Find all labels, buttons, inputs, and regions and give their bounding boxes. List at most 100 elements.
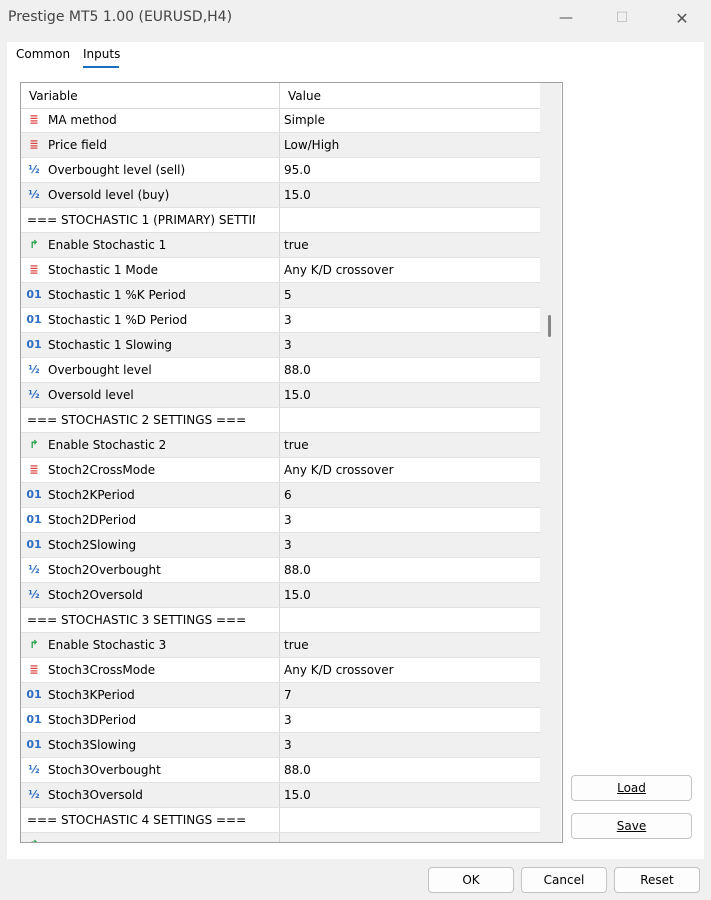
- parameter-value[interactable]: 88.0: [284, 363, 311, 377]
- cell-divider: [279, 533, 280, 557]
- tab-common[interactable]: Common: [16, 47, 70, 61]
- inputs-grid[interactable]: Variable Value ≣ MA method Simple ≣ Price fi…: [20, 82, 563, 843]
- parameter-row[interactable]: ≣ MA method Simple: [21, 108, 540, 133]
- parameter-row[interactable]: 01 Stochastic 1 %D Period 3: [21, 308, 540, 333]
- parameter-value[interactable]: Any K/D crossover: [284, 663, 394, 677]
- parameter-row[interactable]: 01 Stoch2KPeriod 6: [21, 483, 540, 508]
- parameter-row[interactable]: 01 Stoch2DPeriod 3: [21, 508, 540, 533]
- bool-arrow-icon: ↱: [26, 838, 42, 842]
- parameter-value[interactable]: 15.0: [284, 188, 311, 202]
- parameter-row[interactable]: 01 Stoch3Slowing 3: [21, 733, 540, 758]
- cell-divider: [279, 558, 280, 582]
- cell-divider: [279, 333, 280, 357]
- parameter-row[interactable]: ½ Overbought level 88.0: [21, 358, 540, 383]
- parameter-value[interactable]: 6: [284, 488, 292, 502]
- parameter-value[interactable]: 3: [284, 713, 292, 727]
- column-header-variable[interactable]: Variable: [29, 89, 78, 103]
- save-button-label: Save: [616, 819, 647, 833]
- cell-divider: [279, 133, 280, 157]
- load-button[interactable]: Load: [571, 775, 692, 801]
- cell-divider: [279, 158, 280, 182]
- cell-divider: [279, 758, 280, 782]
- parameter-row[interactable]: 01 Stochastic 1 Slowing 3: [21, 333, 540, 358]
- cell-divider: [279, 583, 280, 607]
- fraction-icon: ½: [28, 163, 40, 176]
- scrollbar-thumb[interactable]: [548, 315, 551, 337]
- parameter-value[interactable]: 88.0: [284, 763, 311, 777]
- reset-button[interactable]: Reset: [614, 867, 700, 893]
- parameter-row[interactable]: ↱ Enable Stochastic 1 true: [21, 233, 540, 258]
- parameter-name: Stochastic 1 Slowing: [48, 338, 173, 352]
- parameter-name: Stochastic 1 %K Period: [48, 288, 186, 302]
- parameter-value[interactable]: 15.0: [284, 588, 311, 602]
- parameter-name: === STOCHASTIC 4 SETTINGS ===: [27, 813, 247, 827]
- section-row[interactable]: === STOCHASTIC 1 (PRIMARY) SETTIN...: [21, 208, 540, 233]
- parameter-row[interactable]: 01 Stoch3KPeriod 7: [21, 683, 540, 708]
- parameter-value[interactable]: 5: [284, 288, 292, 302]
- fraction-icon: ½: [28, 388, 40, 401]
- parameter-row[interactable]: ½ Stoch3Overbought 88.0: [21, 758, 540, 783]
- parameter-row[interactable]: ½ Oversold level 15.0: [21, 383, 540, 408]
- section-row[interactable]: === STOCHASTIC 4 SETTINGS ===: [21, 808, 540, 833]
- parameter-row[interactable]: ½ Stoch2Overbought 88.0: [21, 558, 540, 583]
- parameter-value[interactable]: 3: [284, 738, 292, 752]
- parameter-row[interactable]: ↱: [21, 833, 540, 842]
- cell-divider: [279, 358, 280, 382]
- parameter-row[interactable]: ½ Stoch3Oversold 15.0: [21, 783, 540, 808]
- parameter-value[interactable]: Any K/D crossover: [284, 463, 394, 477]
- parameter-row[interactable]: ½ Stoch2Oversold 15.0: [21, 583, 540, 608]
- cell-divider: [279, 433, 280, 457]
- parameter-row[interactable]: ½ Overbought level (sell) 95.0: [21, 158, 540, 183]
- cell-divider: [279, 833, 280, 842]
- parameter-name: Stoch2KPeriod: [48, 488, 135, 502]
- parameter-row[interactable]: ≣ Stoch3CrossMode Any K/D crossover: [21, 658, 540, 683]
- parameter-value[interactable]: 95.0: [284, 163, 311, 177]
- ok-button[interactable]: OK: [428, 867, 514, 893]
- parameter-name: Enable Stochastic 1: [48, 238, 167, 252]
- minimize-icon: —: [559, 10, 573, 26]
- section-row[interactable]: === STOCHASTIC 2 SETTINGS ===: [21, 408, 540, 433]
- parameter-row[interactable]: 01 Stoch3DPeriod 3: [21, 708, 540, 733]
- maximize-button[interactable]: ☐: [599, 0, 645, 36]
- enum-icon: ≣: [29, 138, 39, 151]
- parameter-value[interactable]: 15.0: [284, 388, 311, 402]
- parameter-row[interactable]: ↱ Enable Stochastic 3 true: [21, 633, 540, 658]
- parameter-row[interactable]: ½ Oversold level (buy) 15.0: [21, 183, 540, 208]
- parameter-value[interactable]: Low/High: [284, 138, 339, 152]
- parameter-row[interactable]: ≣ Stoch2CrossMode Any K/D crossover: [21, 458, 540, 483]
- tab-inputs[interactable]: Inputs: [83, 47, 120, 61]
- parameter-value[interactable]: 88.0: [284, 563, 311, 577]
- parameter-row[interactable]: ↱ Enable Stochastic 2 true: [21, 433, 540, 458]
- parameter-value[interactable]: 15.0: [284, 788, 311, 802]
- parameter-value[interactable]: 3: [284, 538, 292, 552]
- parameter-value[interactable]: true: [284, 638, 309, 652]
- load-button-label: Load: [617, 781, 646, 795]
- cell-divider: [279, 683, 280, 707]
- parameter-value[interactable]: 3: [284, 338, 292, 352]
- parameter-row[interactable]: 01 Stoch2Slowing 3: [21, 533, 540, 558]
- parameter-value[interactable]: 3: [284, 513, 292, 527]
- reset-button-label: Reset: [640, 873, 674, 887]
- parameter-value[interactable]: Any K/D crossover: [284, 263, 394, 277]
- integer-icon: 01: [26, 513, 42, 526]
- save-button[interactable]: Save: [571, 813, 692, 839]
- parameter-name: Oversold level (buy): [48, 188, 170, 202]
- column-header-value[interactable]: Value: [288, 89, 321, 103]
- section-row[interactable]: === STOCHASTIC 3 SETTINGS ===: [21, 608, 540, 633]
- cell-divider: [279, 633, 280, 657]
- vertical-scrollbar[interactable]: [540, 83, 561, 842]
- minimize-button[interactable]: —: [543, 0, 589, 36]
- parameter-value[interactable]: 7: [284, 688, 292, 702]
- close-button[interactable]: ✕: [659, 0, 705, 36]
- title-bar: Prestige MT5 1.00 (EURUSD,H4) — ☐ ✕: [0, 0, 711, 36]
- parameter-row[interactable]: 01 Stochastic 1 %K Period 5: [21, 283, 540, 308]
- parameter-value[interactable]: true: [284, 438, 309, 452]
- parameter-value[interactable]: 3: [284, 313, 292, 327]
- parameter-row[interactable]: ≣ Stochastic 1 Mode Any K/D crossover: [21, 258, 540, 283]
- parameter-value[interactable]: Simple: [284, 113, 325, 127]
- parameter-row[interactable]: ≣ Price field Low/High: [21, 133, 540, 158]
- cell-divider: [279, 733, 280, 757]
- parameter-value[interactable]: true: [284, 238, 309, 252]
- cancel-button[interactable]: Cancel: [521, 867, 607, 893]
- bool-arrow-icon: ↱: [29, 638, 39, 651]
